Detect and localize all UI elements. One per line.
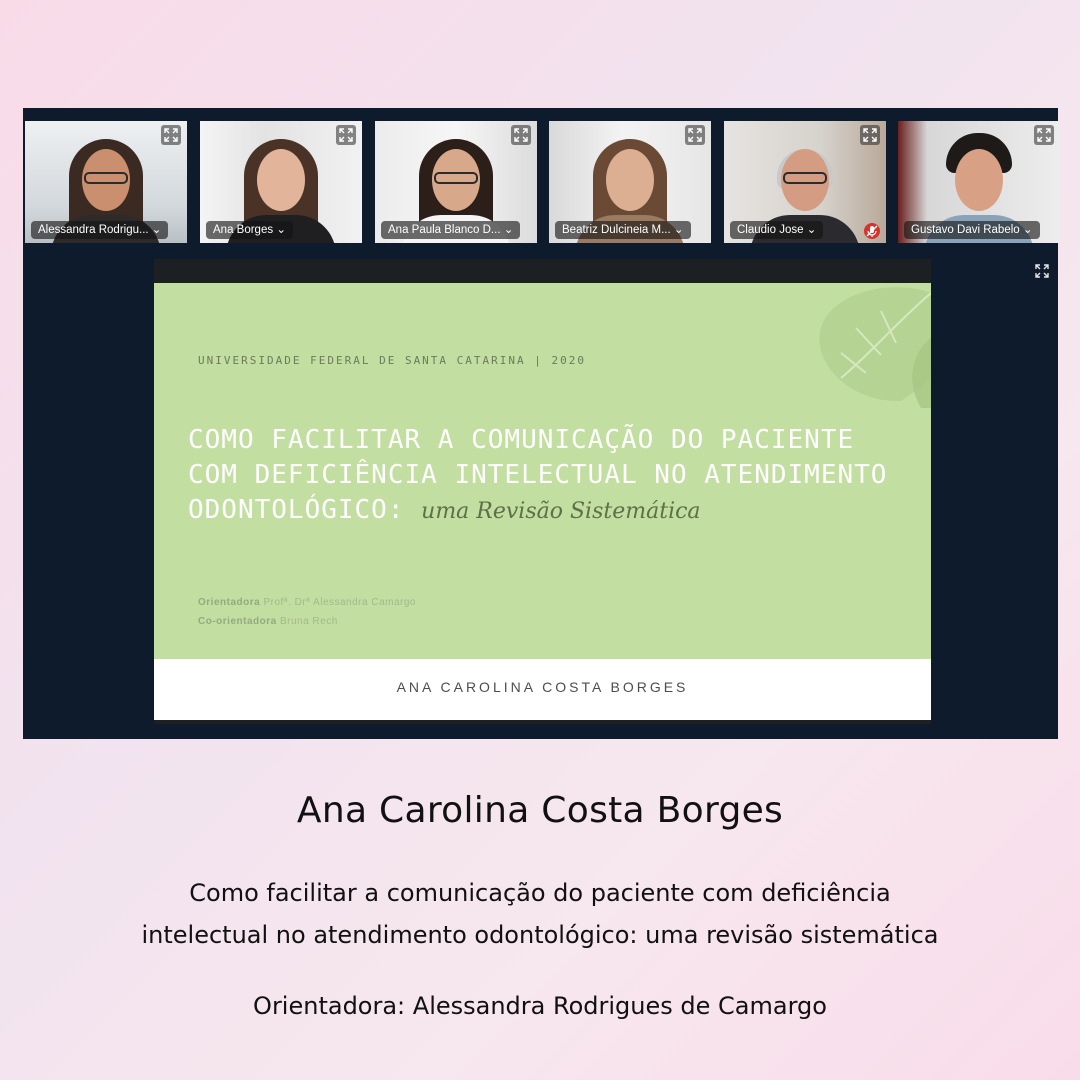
shared-screen: UNIVERSIDADE FEDERAL DE SANTA CATARINA |… (154, 259, 931, 724)
slide-title-script: uma Revisão Sistemática (421, 499, 701, 524)
participant-strip: Alessandra Rodrigu... ⌄ Ana Borges ⌄ Ana… (23, 121, 1060, 243)
slide-coadvisor: Co-orientadora Bruna Rech (198, 616, 338, 627)
participant-name-label: Beatriz Dulcineia M... (562, 224, 671, 236)
chevron-down-icon[interactable]: ⌄ (1023, 224, 1033, 236)
participant-tile[interactable]: Beatriz Dulcineia M... ⌄ (549, 121, 711, 243)
caption-title: Como facilitar a comunicação do paciente… (60, 872, 1020, 956)
slide-advisor-label: Orientadora (198, 597, 261, 608)
participant-face (955, 149, 1003, 211)
participant-name[interactable]: Ana Borges ⌄ (206, 221, 293, 239)
slide-author: ANA CAROLINA COSTA BORGES (396, 679, 689, 695)
chevron-down-icon[interactable]: ⌄ (674, 224, 684, 236)
expand-arrows-icon[interactable] (1034, 125, 1054, 145)
slide-university: UNIVERSIDADE FEDERAL DE SANTA CATARINA |… (198, 354, 587, 367)
participant-name-label: Ana Paula Blanco D... (388, 224, 501, 236)
chevron-down-icon[interactable]: ⌄ (807, 224, 817, 236)
slide-advisor-name: Profª. Drª Alessandra Camargo (263, 597, 416, 608)
caption-advisor: Orientadora: Alessandra Rodrigues de Cam… (253, 992, 827, 1020)
participant-name-label: Gustavo Davi Rabelo (911, 224, 1020, 236)
participant-tile[interactable]: Ana Paula Blanco D... ⌄ (375, 121, 537, 243)
participant-name[interactable]: Alessandra Rodrigu... ⌄ (31, 221, 169, 239)
participant-name[interactable]: Beatriz Dulcineia M... ⌄ (555, 221, 691, 239)
monstera-leaf-decoration (819, 287, 931, 408)
participant-name[interactable]: Gustavo Davi Rabelo ⌄ (904, 221, 1040, 239)
expand-arrows-icon[interactable] (860, 125, 880, 145)
glasses (84, 172, 128, 184)
video-call-window: Alessandra Rodrigu... ⌄ Ana Borges ⌄ Ana… (23, 108, 1060, 739)
slide-coadvisor-label: Co-orientadora (198, 616, 277, 627)
slide-title: COMO FACILITAR A COMUNICAÇÃO DO PACIENTE… (188, 423, 888, 529)
participant-tile[interactable]: Claudio Jose ⌄ (724, 121, 886, 243)
participant-name[interactable]: Ana Paula Blanco D... ⌄ (381, 221, 521, 239)
participant-name-label: Ana Borges (213, 224, 274, 236)
slide-title-line: COMO FACILITAR A COMUNICAÇÃO DO PACIENTE (188, 425, 855, 455)
participant-tile[interactable]: Gustavo Davi Rabelo ⌄ (898, 121, 1060, 243)
caption-title-line: intelectual no atendimento odontológico:… (141, 921, 939, 949)
participant-name-label: Claudio Jose (737, 224, 804, 236)
participant-face (257, 149, 305, 211)
slide-title-line-3: ODONTOLÓGICO: uma Revisão Sistemática (188, 493, 888, 529)
expand-arrows-icon[interactable] (685, 125, 705, 145)
expand-arrows-icon[interactable] (161, 125, 181, 145)
slide-advisor: Orientadora Profª. Drª Alessandra Camarg… (198, 597, 416, 608)
caption-name: Ana Carolina Costa Borges (296, 790, 784, 831)
glasses (783, 172, 827, 184)
chevron-down-icon[interactable]: ⌄ (152, 224, 162, 236)
participant-name-label: Alessandra Rodrigu... (38, 224, 149, 236)
slide-footer: ANA CAROLINA COSTA BORGES (154, 659, 931, 720)
expand-arrows-icon[interactable] (511, 125, 531, 145)
caption-title-line: Como facilitar a comunicação do paciente… (189, 879, 891, 907)
participant-face (606, 149, 654, 211)
glasses (434, 172, 478, 184)
participant-name[interactable]: Claudio Jose ⌄ (730, 221, 824, 239)
slide-body: UNIVERSIDADE FEDERAL DE SANTA CATARINA |… (154, 283, 931, 659)
participant-tile[interactable]: Alessandra Rodrigu... ⌄ (25, 121, 187, 243)
chevron-down-icon[interactable]: ⌄ (504, 224, 514, 236)
slide-coadvisor-name: Bruna Rech (279, 616, 338, 627)
participant-tile[interactable]: Ana Borges ⌄ (200, 121, 362, 243)
slide-title-line: ODONTOLÓGICO: (188, 495, 405, 525)
microphone-muted-icon (864, 223, 880, 239)
slide-title-line: COM DEFICIÊNCIA INTELECTUAL NO ATENDIMEN… (188, 460, 888, 490)
chevron-down-icon[interactable]: ⌄ (276, 224, 286, 236)
expand-arrows-icon[interactable] (336, 125, 356, 145)
expand-arrows-icon[interactable] (1032, 261, 1052, 281)
